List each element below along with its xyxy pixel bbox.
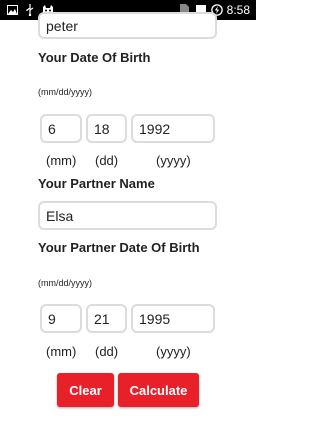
dob-year-value: 1992	[139, 120, 171, 137]
partner-dob-day-value: 21	[94, 310, 110, 327]
partner-dob-yyyy-label: (yyyy)	[156, 344, 191, 359]
name-input-value: peter	[46, 17, 78, 34]
dob-day-input[interactable]: 18	[86, 114, 127, 143]
calculate-button[interactable]: Calculate	[118, 373, 199, 407]
form-content: peter Your Date Of Birth (mm/dd/yyyy) 6 …	[0, 12, 256, 427]
name-input[interactable]: peter	[38, 12, 217, 39]
dob-month-input[interactable]: 6	[40, 114, 82, 143]
status-time: 8:58	[226, 3, 250, 17]
partner-dob-month-value: 9	[48, 310, 56, 327]
dob-yyyy-label: (yyyy)	[156, 153, 191, 168]
partner-dob-dd-label: (dd)	[95, 344, 119, 359]
dob-dd-label: (dd)	[95, 153, 119, 168]
partner-name-value: Elsa	[46, 207, 74, 224]
partner-dob-format-hint: (mm/dd/yyyy)	[38, 278, 92, 288]
dob-day-value: 18	[94, 120, 110, 137]
partner-dob-year-input[interactable]: 1995	[131, 304, 215, 333]
partner-dob-month-input[interactable]: 9	[40, 304, 82, 333]
partner-name-input[interactable]: Elsa	[38, 201, 217, 230]
dob-heading: Your Date Of Birth	[38, 50, 151, 65]
image-icon	[6, 4, 18, 16]
partner-dob-mm-label: (mm)	[46, 344, 77, 359]
dob-month-value: 6	[48, 120, 56, 137]
dob-mm-label: (mm)	[46, 153, 77, 168]
partner-dob-year-value: 1995	[139, 310, 171, 327]
dob-format-hint: (mm/dd/yyyy)	[38, 87, 92, 97]
partner-dob-day-input[interactable]: 21	[86, 304, 127, 333]
dob-year-input[interactable]: 1992	[131, 114, 215, 143]
clear-button[interactable]: Clear	[57, 373, 114, 407]
usb-icon	[24, 4, 36, 16]
partner-name-heading: Your Partner Name	[38, 176, 155, 191]
partner-dob-heading: Your Partner Date Of Birth	[38, 240, 200, 255]
